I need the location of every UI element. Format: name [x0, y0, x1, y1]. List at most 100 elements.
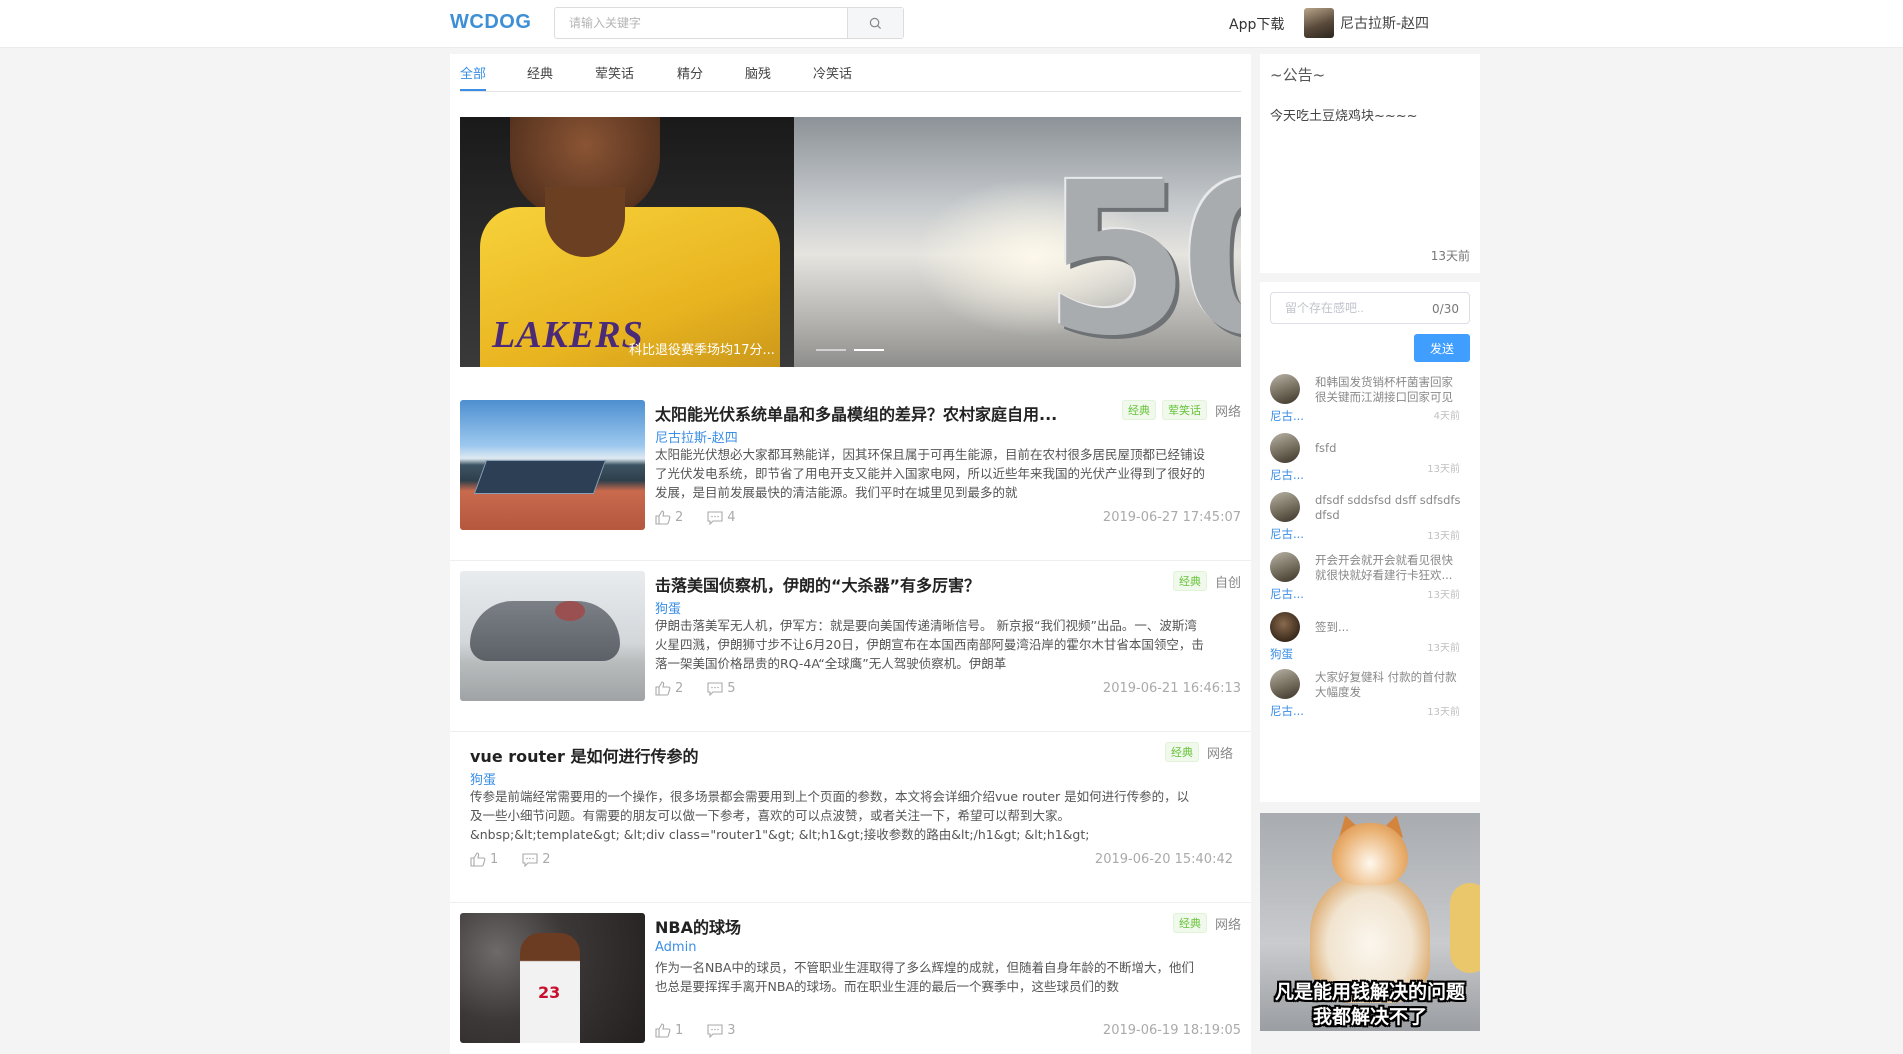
avatar [1304, 8, 1334, 38]
tag-badge[interactable]: 经典 [1121, 400, 1156, 420]
article-source: 网络 [1214, 917, 1241, 933]
send-button[interactable]: 发送 [1414, 334, 1470, 362]
message-input-box: 0/30 [1270, 292, 1470, 324]
message-author[interactable]: 尼古... [1270, 586, 1304, 602]
message-item: 和韩国发货销杯杆菌害回家很关键而江湖接口回家可见 4天前 尼古... [1270, 374, 1470, 424]
message-author[interactable]: 尼古... [1270, 467, 1304, 483]
avatar[interactable] [1270, 612, 1300, 642]
message-text: 和韩国发货销杯杆菌害回家很关键而江湖接口回家可见 [1315, 375, 1453, 404]
article-date: 2019-06-27 17:45:07 [1102, 510, 1241, 525]
comment-icon[interactable] [707, 1023, 723, 1038]
tab-dirty-jokes[interactable]: 荤笑话 [595, 63, 634, 82]
banner-carousel[interactable]: LAKERS 50 科比退役赛季场均17分... [460, 117, 1241, 367]
app-download-link[interactable]: App下载 [1229, 14, 1284, 34]
tab-schizo[interactable]: 精分 [677, 63, 703, 82]
article-title[interactable]: vue router 是如何进行传参的 [470, 743, 698, 767]
message-author[interactable]: 尼古... [1270, 408, 1304, 424]
banner-caption[interactable]: 科比退役赛季场均17分... [629, 339, 775, 358]
meme-caption-line2: 我都解决不了 [1312, 1006, 1427, 1028]
like-count: 1 [490, 852, 499, 867]
search-button[interactable] [847, 8, 903, 38]
article-summary: 伊朗击落美军无人机，伊军方：就是要向美国传递清晰信号。 新京报“我们视频”出品。… [655, 618, 1204, 671]
like-count: 1 [675, 1023, 684, 1038]
article-thumbnail-drone[interactable] [460, 571, 645, 701]
message-time: 13天前 [1427, 464, 1460, 475]
article-date: 2019-06-21 16:46:13 [1102, 681, 1241, 696]
carousel-dot-active[interactable] [854, 349, 884, 351]
article-source: 自创 [1214, 575, 1241, 591]
tab-brainless[interactable]: 脑残 [745, 63, 771, 82]
tag-badge[interactable]: 经典 [1172, 571, 1207, 591]
article-source: 网络 [1206, 746, 1233, 762]
article-title[interactable]: NBA的球场 [655, 914, 741, 938]
message-author[interactable]: 狗蛋 [1270, 646, 1293, 662]
article-title[interactable]: 太阳能光伏系统单晶和多晶模组的差异？农村家庭自用... [655, 401, 1057, 425]
article-tags: 经典 自创 [1172, 571, 1241, 591]
article-item[interactable]: 23 NBA的球场 经典 网络 Admin 作为一名NBA中的球员，不管职业生涯… [450, 903, 1251, 1054]
avatar[interactable] [1270, 552, 1300, 582]
meme-ad-image[interactable]: 凡是能用钱解决的问题 我都解决不了 [1260, 813, 1480, 1031]
thumbs-up-icon[interactable] [470, 852, 486, 867]
thumbs-up-icon[interactable] [655, 1023, 671, 1038]
comment-icon[interactable] [707, 681, 723, 696]
message-item: 大家好复健科 付款的首付款大幅度发 13天前 尼古... [1270, 669, 1470, 719]
message-text: 开会开会就开会就看见很快就很快就好看建行卡狂欢... [1315, 553, 1453, 582]
banner-image-basketball: LAKERS [460, 117, 794, 367]
banner-image-sky: 50 [794, 117, 1241, 367]
message-author[interactable]: 尼古... [1270, 526, 1304, 542]
like-count: 2 [675, 510, 684, 525]
article-summary: 传参是前端经常需要用的一个操作，很多场景都会需要用到上个页面的参数，本文将会详细… [470, 789, 1190, 842]
category-tabs: 全部 经典 荤笑话 精分 脑残 冷笑话 [460, 54, 1241, 92]
message-input[interactable] [1271, 293, 1431, 323]
notice-title: ~公告~ [1270, 66, 1326, 84]
article-thumbnail-nba[interactable]: 23 [460, 913, 645, 1043]
article-item[interactable]: 击落美国侦察机，伊朗的“大杀器”有多厉害？ 经典 自创 狗蛋 伊朗击落美军无人机… [450, 561, 1251, 732]
tag-badge[interactable]: 荤笑话 [1161, 400, 1207, 420]
article-tags: 经典 网络 [1164, 742, 1233, 762]
tag-badge[interactable]: 经典 [1172, 913, 1207, 933]
article-author[interactable]: Admin [655, 940, 696, 955]
comment-icon[interactable] [522, 852, 538, 867]
username: 尼古拉斯-赵四 [1340, 16, 1430, 32]
article-summary: 太阳能光伏想必大家都耳熟能详，因其环保且属于可再生能源，目前在农村很多居民屋顶都… [655, 447, 1205, 500]
message-board: 0/30 发送 和韩国发货销杯杆菌害回家很关键而江湖接口回家可见 4天前 尼古.… [1260, 282, 1480, 802]
tab-cold-jokes[interactable]: 冷笑话 [813, 63, 852, 82]
article-tags: 经典 网络 [1172, 913, 1241, 933]
article-date: 2019-06-20 15:40:42 [1094, 852, 1233, 867]
article-thumbnail-solar[interactable] [460, 400, 645, 530]
article-author[interactable]: 狗蛋 [470, 769, 496, 788]
message-item: 开会开会就开会就看见很快就很快就好看建行卡狂欢... 13天前 尼古... [1270, 552, 1470, 602]
article-stats: 2 4 [655, 510, 736, 525]
avatar[interactable] [1270, 492, 1300, 522]
avatar[interactable] [1270, 669, 1300, 699]
carousel-indicators [816, 349, 884, 351]
thumbs-up-icon[interactable] [655, 510, 671, 525]
comment-icon[interactable] [707, 510, 723, 525]
tab-all[interactable]: 全部 [460, 63, 487, 91]
avatar[interactable] [1270, 433, 1300, 463]
article-title[interactable]: 击落美国侦察机，伊朗的“大杀器”有多厉害？ [655, 572, 980, 596]
avatar[interactable] [1270, 374, 1300, 404]
site-logo[interactable]: WCDOG [450, 11, 531, 34]
article-stats: 1 2 [470, 852, 551, 867]
thumbs-up-icon[interactable] [655, 681, 671, 696]
message-author[interactable]: 尼古... [1270, 703, 1304, 719]
article-item[interactable]: vue router 是如何进行传参的 经典 网络 狗蛋 传参是前端经常需要用的… [450, 732, 1251, 903]
article-item[interactable]: 太阳能光伏系统单晶和多晶模组的差异？农村家庭自用... 经典 荤笑话 网络 尼古… [450, 390, 1251, 561]
message-time: 13天前 [1427, 643, 1460, 654]
search-input[interactable] [555, 8, 848, 38]
article-author[interactable]: 狗蛋 [655, 598, 681, 617]
user-menu[interactable]: 尼古拉斯-赵四 [1304, 8, 1429, 38]
message-item: 签到... 13天前 狗蛋 [1270, 612, 1470, 662]
tab-classic[interactable]: 经典 [527, 63, 553, 82]
top-header: WCDOG App下载 尼古拉斯-赵四 [0, 0, 1903, 48]
article-author[interactable]: 尼古拉斯-赵四 [655, 427, 738, 446]
search-box [554, 7, 904, 39]
article-tags: 经典 荤笑话 网络 [1121, 400, 1241, 420]
message-item: fsfd 13天前 尼古... [1270, 433, 1470, 483]
tag-badge[interactable]: 经典 [1164, 742, 1199, 762]
message-text: 签到... [1315, 620, 1349, 634]
comment-count: 2 [542, 852, 551, 867]
carousel-dot[interactable] [816, 349, 846, 351]
message-time: 13天前 [1427, 531, 1460, 542]
